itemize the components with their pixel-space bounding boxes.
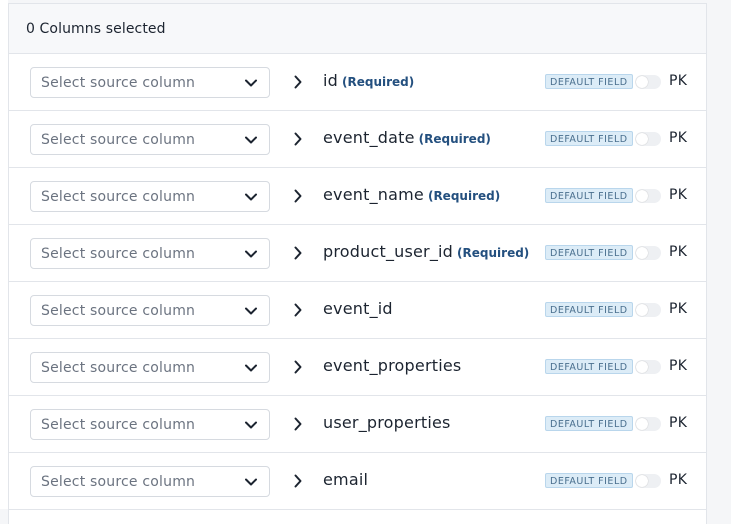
- chevron-right-icon: [294, 246, 302, 260]
- left-gutter: [0, 0, 8, 509]
- chevron-right-icon: [294, 303, 302, 317]
- default-field-badge: DEFAULT FIELD: [545, 416, 633, 431]
- destination-field: id (Required): [323, 71, 414, 93]
- primary-key-toggle[interactable]: [635, 360, 661, 374]
- required-label: (Required): [418, 132, 491, 146]
- panel-header: 0 Columns selected: [9, 4, 706, 54]
- source-column-select[interactable]: Select source column: [30, 352, 270, 383]
- toggle-knob: [636, 190, 648, 202]
- primary-key-toggle[interactable]: [635, 75, 661, 89]
- source-column-placeholder: Select source column: [41, 302, 196, 319]
- pk-label: PK: [669, 244, 688, 260]
- source-column-select[interactable]: Select source column: [30, 295, 270, 326]
- default-field-badge: DEFAULT FIELD: [545, 74, 633, 89]
- chevron-down-icon: [245, 364, 257, 372]
- destination-field: user_properties: [323, 413, 451, 435]
- destination-field: event_properties: [323, 356, 461, 378]
- chevron-right-icon: [294, 474, 302, 488]
- destination-field: email: [323, 470, 368, 492]
- field-name: event_properties: [323, 356, 462, 375]
- chevron-down-icon: [245, 193, 257, 201]
- field-name: event_name: [323, 185, 424, 204]
- column-mapping-panel: 0 Columns selected Select source column …: [8, 3, 707, 524]
- primary-key-toggle[interactable]: [635, 189, 661, 203]
- chevron-down-icon: [245, 79, 257, 87]
- toggle-knob: [636, 361, 648, 373]
- source-column-placeholder: Select source column: [41, 188, 196, 205]
- field-name: user_properties: [323, 413, 451, 432]
- column-mapping-row-event_date: Select source column event_date (Require…: [9, 111, 706, 168]
- pk-label: PK: [669, 73, 688, 89]
- source-column-placeholder: Select source column: [41, 74, 196, 91]
- field-name: id: [323, 71, 339, 90]
- default-field-badge: DEFAULT FIELD: [545, 188, 633, 203]
- destination-field: event_id: [323, 299, 393, 321]
- toggle-knob: [636, 475, 648, 487]
- primary-key-toggle[interactable]: [635, 246, 661, 260]
- column-mapping-list: Select source column id (Required) DEFAU…: [9, 54, 706, 510]
- default-field-badge: DEFAULT FIELD: [545, 245, 633, 260]
- field-name: event_id: [323, 299, 393, 318]
- primary-key-toggle[interactable]: [635, 303, 661, 317]
- source-column-select[interactable]: Select source column: [30, 238, 270, 269]
- source-column-select[interactable]: Select source column: [30, 409, 270, 440]
- column-mapping-row-user_properties: Select source column user_properties DEF…: [9, 396, 706, 453]
- destination-field: event_name (Required): [323, 185, 500, 207]
- chevron-down-icon: [245, 307, 257, 315]
- source-column-placeholder: Select source column: [41, 131, 196, 148]
- toggle-knob: [636, 133, 648, 145]
- column-mapping-row-product_user_id: Select source column product_user_id (Re…: [9, 225, 706, 282]
- field-name: email: [323, 470, 369, 489]
- required-label: (Required): [457, 246, 530, 260]
- column-mapping-row-id: Select source column id (Required) DEFAU…: [9, 54, 706, 111]
- chevron-down-icon: [245, 478, 257, 486]
- column-mapping-row-email: Select source column email DEFAULT FIELD…: [9, 453, 706, 510]
- destination-field: event_date (Required): [323, 128, 491, 150]
- chevron-down-icon: [245, 250, 257, 258]
- primary-key-toggle[interactable]: [635, 417, 661, 431]
- destination-field: product_user_id (Required): [323, 242, 529, 264]
- toggle-knob: [636, 247, 648, 259]
- pk-label: PK: [669, 358, 688, 374]
- column-mapping-row-event_name: Select source column event_name (Require…: [9, 168, 706, 225]
- default-field-badge: DEFAULT FIELD: [545, 302, 633, 317]
- source-column-placeholder: Select source column: [41, 416, 196, 433]
- toggle-knob: [636, 418, 648, 430]
- toggle-knob: [636, 304, 648, 316]
- column-mapping-row-event_id: Select source column event_id DEFAULT FI…: [9, 282, 706, 339]
- source-column-select[interactable]: Select source column: [30, 466, 270, 497]
- chevron-right-icon: [294, 360, 302, 374]
- column-mapping-row-event_properties: Select source column event_properties DE…: [9, 339, 706, 396]
- toggle-knob: [636, 76, 648, 88]
- source-column-placeholder: Select source column: [41, 359, 196, 376]
- default-field-badge: DEFAULT FIELD: [545, 473, 633, 488]
- chevron-right-icon: [294, 132, 302, 146]
- source-column-select[interactable]: Select source column: [30, 124, 270, 155]
- pk-label: PK: [669, 472, 688, 488]
- columns-selected-count: 0 Columns selected: [26, 20, 166, 37]
- pk-label: PK: [669, 187, 688, 203]
- pk-label: PK: [669, 130, 688, 146]
- field-name: event_date: [323, 128, 415, 147]
- chevron-down-icon: [245, 421, 257, 429]
- field-name: product_user_id: [323, 242, 454, 261]
- chevron-right-icon: [294, 75, 302, 89]
- primary-key-toggle[interactable]: [635, 132, 661, 146]
- source-column-select[interactable]: Select source column: [30, 67, 270, 98]
- required-label: (Required): [427, 189, 501, 203]
- chevron-right-icon: [294, 417, 302, 431]
- source-column-select[interactable]: Select source column: [30, 181, 270, 212]
- source-column-placeholder: Select source column: [41, 245, 196, 262]
- pk-label: PK: [669, 301, 688, 317]
- pk-label: PK: [669, 415, 688, 431]
- default-field-badge: DEFAULT FIELD: [545, 131, 633, 146]
- required-label: (Required): [342, 75, 415, 89]
- chevron-down-icon: [245, 136, 257, 144]
- default-field-badge: DEFAULT FIELD: [545, 359, 633, 374]
- primary-key-toggle[interactable]: [635, 474, 661, 488]
- source-column-placeholder: Select source column: [41, 473, 196, 490]
- chevron-right-icon: [294, 189, 302, 203]
